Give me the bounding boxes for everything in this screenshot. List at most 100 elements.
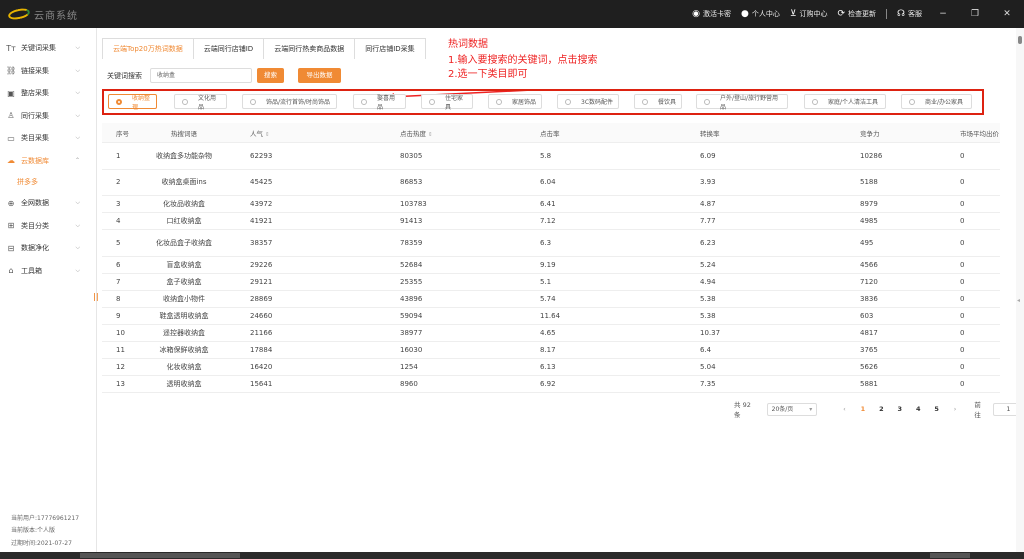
page-3[interactable]: 3 xyxy=(891,405,909,413)
sidebar-item-store-collect[interactable]: ▣ 整店采集 ⌵ xyxy=(0,82,96,105)
customer-service-button[interactable]: ☊ 客服 xyxy=(897,9,922,19)
category-3c-accessories[interactable]: 3C数码配件 xyxy=(557,94,619,109)
tab-peer-hot-products[interactable]: 云端同行热卖商品数据 xyxy=(263,38,356,59)
category-storage[interactable]: 收纳整理 xyxy=(108,94,157,111)
cell-popularity: 17884 xyxy=(250,345,273,354)
radio-icon xyxy=(704,98,710,105)
cell-click-rate: 6.04 xyxy=(540,178,556,187)
table-row[interactable]: 6 盲盒收纳盒 29226 52684 9.19 5.24 4566 0 xyxy=(102,257,1000,274)
cell-click-rate: 6.92 xyxy=(540,379,556,388)
order-center-button[interactable]: ⊻ 订购中心 xyxy=(790,9,828,19)
category-home-decor[interactable]: 家居饰品 xyxy=(488,94,542,109)
check-update-button[interactable]: ⟳ 检查更新 xyxy=(837,9,876,19)
category-office-furniture[interactable]: 商业/办公家具 xyxy=(901,94,972,109)
cell-keyword: 收纳盒多功能杂物 xyxy=(156,151,212,160)
cell-click-rate: 6.41 xyxy=(540,200,556,208)
sidebar-item-global-data[interactable]: ⊕ 全网数据 ⌵ xyxy=(0,192,96,215)
prev-page-icon[interactable]: ‹ xyxy=(835,405,853,413)
table-row[interactable]: 2 收纳盒桌面ins 45425 86853 6.04 3.93 5188 0 xyxy=(102,170,1000,196)
sidebar-item-toolbox[interactable]: ⌂ 工具箱 ⌵ xyxy=(0,260,96,283)
page-size-select[interactable]: 20条/页 xyxy=(766,402,818,416)
window-scrollbar[interactable] xyxy=(1016,28,1024,552)
page-1[interactable]: 1 xyxy=(854,405,872,413)
export-data-button[interactable]: 导出数据 xyxy=(298,68,341,83)
minimize-icon[interactable]: − xyxy=(932,9,954,19)
radio-icon xyxy=(565,98,571,105)
cell-avg-bid: 0 xyxy=(960,178,965,187)
cell-click-rate: 5.74 xyxy=(540,294,556,303)
sidebar-item-label: 数据净化 xyxy=(21,244,49,253)
sidebar-item-category-collect[interactable]: ▭ 类目采集 ⌵ xyxy=(0,127,96,150)
category-label: 住宅家具 xyxy=(445,94,464,111)
cell-popularity: 29226 xyxy=(250,260,273,269)
category-furniture[interactable]: 住宅家具 xyxy=(421,94,473,111)
sidebar-item-data-cleaning[interactable]: ⊟ 数据净化 ⌵ xyxy=(0,237,96,260)
category-stationery[interactable]: 文化用品 xyxy=(174,94,227,111)
sidebar-item-category-class[interactable]: ⊞ 类目分类 ⌵ xyxy=(0,215,96,238)
sidebar-item-link-collect[interactable]: ⛓ 链接采集 ⌵ xyxy=(0,60,96,83)
cell-competitiveness: 10286 xyxy=(860,151,883,160)
maximize-icon[interactable]: ❐ xyxy=(964,9,986,19)
cell-popularity: 38357 xyxy=(250,238,273,247)
keyword-search-input[interactable]: 收纳盒 xyxy=(150,68,252,83)
link-icon: ⛓ xyxy=(6,66,17,76)
category-label: 文化用品 xyxy=(198,94,217,111)
radio-icon xyxy=(250,98,256,105)
table-row[interactable]: 4 口红收纳盒 41921 91413 7.12 7.77 4985 0 xyxy=(102,213,1000,230)
pagination: 共 92 条 20条/页 ‹ 1 2 3 4 5 › 前往 1 xyxy=(734,401,1024,419)
header-click-heat[interactable]: 点击热度 ⇕ xyxy=(400,128,540,138)
table-row[interactable]: 3 化妆品收纳盒 43972 103783 6.41 4.87 8979 0 xyxy=(102,196,1000,213)
table-row[interactable]: 1 收纳盒多功能杂物 62293 80305 5.8 6.09 10286 0 xyxy=(102,143,1000,170)
app-title: 云商系统 xyxy=(34,10,78,22)
table-row[interactable]: 10 遥控器收纳盒 21166 38977 4.65 10.37 4817 0 xyxy=(102,325,1000,342)
sidebar-subitem-pinduoduo[interactable]: 拼多多 xyxy=(0,172,96,192)
cell-keyword: 口红收纳盒 xyxy=(166,217,202,225)
next-page-icon[interactable]: › xyxy=(946,405,964,413)
close-icon[interactable]: ✕ xyxy=(996,9,1018,19)
table-row[interactable]: 8 收纳盒小物件 28869 43896 5.74 5.38 3836 0 xyxy=(102,291,1000,308)
cell-click-heat: 25355 xyxy=(400,277,423,286)
sidebar-item-peer-collect[interactable]: ♙ 同行采集 ⌵ xyxy=(0,105,96,128)
taskbar-item[interactable] xyxy=(80,553,240,558)
app-logo: 云商系统 xyxy=(7,6,78,22)
sidebar-item-keyword-collect[interactable]: Tт 关键词采集 ⌵ xyxy=(0,37,96,60)
cell-conversion-rate: 6.4 xyxy=(700,345,712,354)
table-row[interactable]: 11 冰箱保鲜收纳盒 17884 16030 8.17 6.4 3765 0 xyxy=(102,342,1000,359)
cell-click-rate: 9.19 xyxy=(540,260,556,269)
category-jewelry[interactable]: 饰品/流行首饰/时尚饰品 xyxy=(242,94,337,109)
cell-click-heat: 8960 xyxy=(400,379,418,388)
cell-popularity: 21166 xyxy=(250,328,273,337)
taskbar-tray[interactable] xyxy=(930,553,970,558)
sidebar-item-label: 类目采集 xyxy=(21,134,49,143)
search-button[interactable]: 搜索 xyxy=(257,68,284,83)
activate-key-button[interactable]: ◉ 激活卡密 xyxy=(692,9,731,19)
sidebar-item-label: 同行采集 xyxy=(21,111,49,120)
table-row[interactable]: 9 鞋盒透明收纳盒 24660 59094 11.64 5.38 603 0 xyxy=(102,308,1000,325)
sidebar-item-label: 关键词采集 xyxy=(21,44,56,53)
annotation-step-2: 2.选一下类目即可 xyxy=(448,69,528,80)
sidebar-item-cloud-database[interactable]: ☁ 云数据库 ⌃ xyxy=(0,150,96,173)
cell-conversion-rate: 5.38 xyxy=(700,311,716,320)
tab-peer-store-collect[interactable]: 同行店铺ID采集 xyxy=(354,38,426,59)
page-2[interactable]: 2 xyxy=(872,405,890,413)
category-tableware[interactable]: 餐饮具 xyxy=(634,94,682,109)
page-5[interactable]: 5 xyxy=(927,405,945,413)
category-cleaning-tools[interactable]: 家庭/个人清洁工具 xyxy=(804,94,886,109)
category-outdoor[interactable]: 户外/登山/旅行野营用品 xyxy=(696,94,788,111)
cell-index: 4 xyxy=(116,217,121,225)
window-scrollbar-thumb[interactable] xyxy=(1018,36,1022,44)
table-row[interactable]: 12 化妆收纳盒 16420 1254 6.13 5.04 5626 0 xyxy=(102,359,1000,376)
category-wedding[interactable]: 娶喜用品 xyxy=(353,94,406,111)
table-row[interactable]: 13 透明收纳盒 15641 8960 6.92 7.35 5881 0 xyxy=(102,376,1000,393)
cell-avg-bid: 0 xyxy=(960,217,965,225)
category-label: 3C数码配件 xyxy=(581,99,614,106)
tab-top-hot-words[interactable]: 云端Top20万热词数据 xyxy=(102,38,194,59)
scroll-left-icon[interactable]: ◂ xyxy=(1017,297,1020,304)
table-row[interactable]: 5 化妆品盒子收纳盒 38357 78359 6.3 6.23 495 0 xyxy=(102,230,1000,257)
page-4[interactable]: 4 xyxy=(909,405,927,413)
table-row[interactable]: 7 盒子收纳盒 29121 25355 5.1 4.94 7120 0 xyxy=(102,274,1000,291)
cell-keyword: 收纳盒小物件 xyxy=(163,294,205,303)
personal-center-button[interactable]: ● 个人中心 xyxy=(741,9,780,19)
tab-peer-store-id[interactable]: 云端同行店铺ID xyxy=(192,38,265,59)
header-popularity[interactable]: 人气 ⇕ xyxy=(228,128,400,138)
